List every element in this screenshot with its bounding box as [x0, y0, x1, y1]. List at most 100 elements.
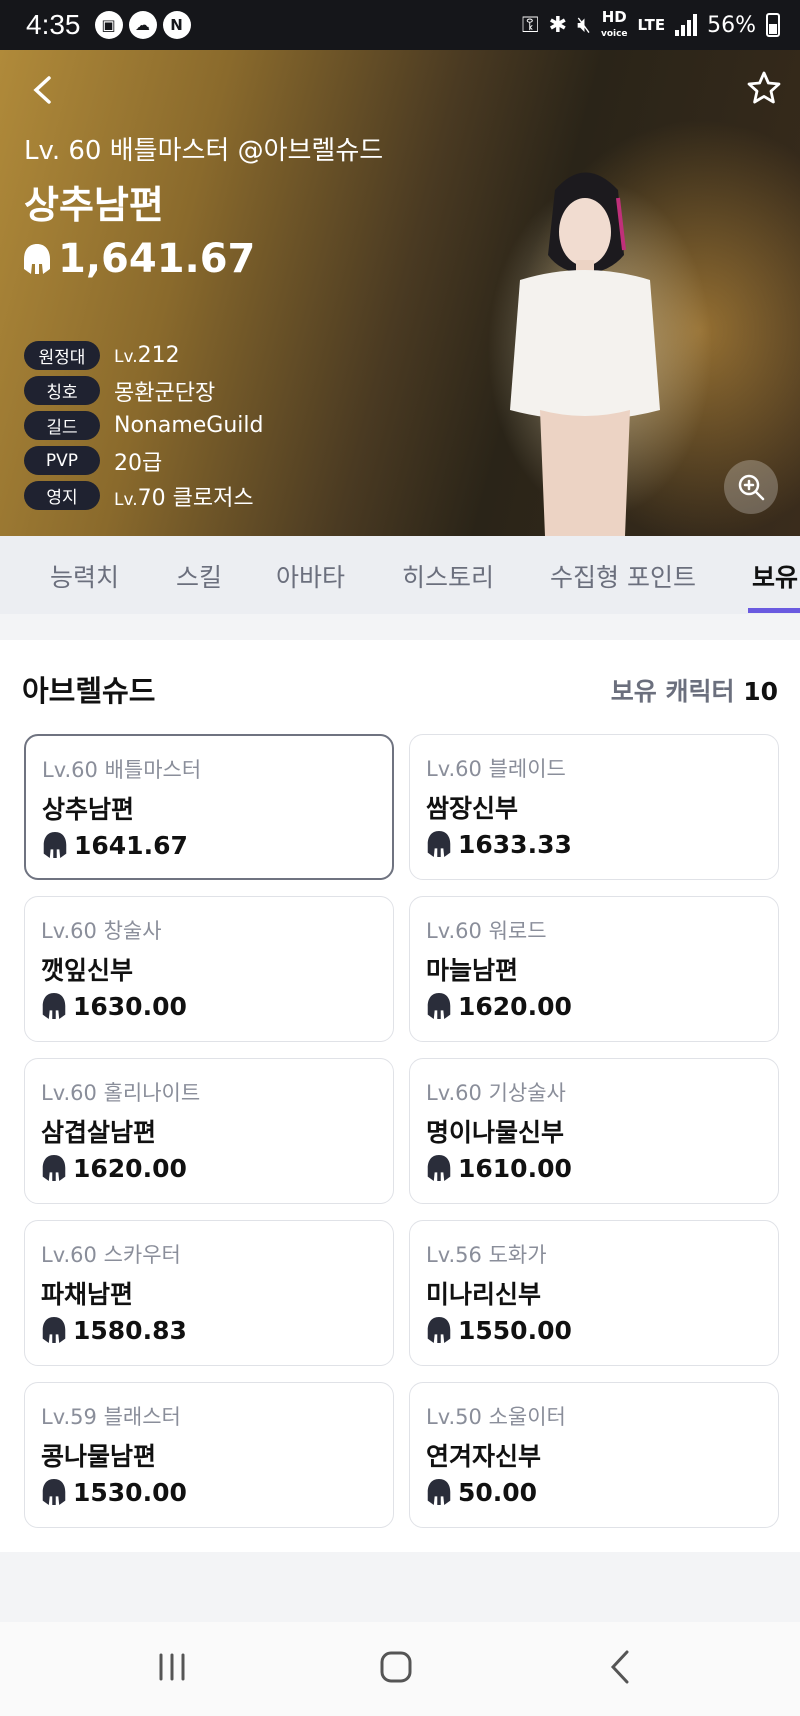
helmet-icon [42, 1155, 66, 1181]
character-class: Lv.50 소울이터 [426, 1405, 566, 1429]
character-card[interactable]: Lv.59 블래스터 콩나물남편 1530.00 [24, 1382, 394, 1528]
tab-history[interactable]: 히스토리 [402, 558, 494, 594]
zoom-button[interactable] [724, 460, 778, 514]
info-value: 20급 [114, 450, 163, 476]
owned-characters-count: 보유 캐릭터 10 [610, 677, 778, 706]
server-name: 아브렐슈드 [22, 674, 156, 708]
character-class: Lv.60 창술사 [41, 919, 162, 943]
character-card[interactable]: Lv.60 홀리나이트삼겹살남편 1620.00 [24, 1058, 394, 1204]
zoom-in-icon [738, 474, 765, 501]
info-label: 칭호 [24, 376, 100, 405]
character-item-level: 1530.00 [41, 1477, 187, 1507]
info-row-estate: 영지 Lv.70 클로저스 [24, 478, 264, 513]
mute-icon: 🔇︎ [577, 12, 591, 38]
battery-icon [766, 13, 780, 37]
home-icon [380, 1651, 412, 1683]
info-label: PVP [24, 446, 100, 475]
character-card[interactable]: Lv.60 워로드 마늘남편 1620.00 [409, 896, 779, 1042]
helmet-icon [43, 832, 67, 858]
character-item-level: 1610.00 [426, 1153, 572, 1183]
favorite-button[interactable] [744, 68, 784, 108]
status-bar: 4:35 ▣ ☁ N ⚿ ✱ 🔇︎ HD voice LTE 56% [0, 0, 800, 50]
info-label: 원정대 [24, 341, 100, 370]
character-card[interactable]: Lv.56 도화가미나리신부 1550.00 [409, 1220, 779, 1366]
helmet-icon [427, 831, 451, 857]
app-screen: 4:35 ▣ ☁ N ⚿ ✱ 🔇︎ HD voice LTE 56% Lv. 6… [0, 0, 800, 1716]
info-row-expedition: 원정대 Lv.212 [24, 338, 264, 373]
info-value: Lv.70 클로저스 [114, 485, 254, 511]
character-subtitle: Lv. 60 배틀마스터 @아브렐슈드 [24, 136, 384, 166]
character-class: Lv.56 도화가 [426, 1243, 547, 1267]
character-card[interactable]: Lv.60 기상술사 명이나물신부 1610.00 [409, 1058, 779, 1204]
status-time: 4:35 [26, 9, 81, 40]
character-info-list: 원정대 Lv.212 칭호 몽환군단장 길드 NonameGuild PVP 2… [24, 338, 264, 513]
item-level-value: 1641.67 [74, 830, 188, 860]
lte-indicator: LTE [637, 16, 666, 34]
key-icon: ⚿ [521, 12, 539, 38]
tab-owned[interactable]: 보유 [752, 558, 798, 594]
character-card[interactable]: Lv.60 배틀마스터상추남편 1641.67 [24, 734, 394, 880]
recents-icon [159, 1653, 185, 1681]
character-name: 쌈장신부 [426, 794, 519, 823]
active-tab-indicator [748, 608, 800, 613]
character-name: 콩나물남편 [41, 1442, 157, 1471]
tab-avatar[interactable]: 아바타 [276, 558, 345, 594]
character-name: 상추남편 [42, 795, 135, 824]
roster-section: 아브렐슈드 보유 캐릭터 10 Lv.60 배틀마스터 상추남편 1641.67 Lv… [0, 640, 800, 1552]
character-class: Lv.60 워로드 [426, 919, 547, 943]
tab-bar: 능력치 스킬 아바타 히스토리 수집형 포인트 보유 [0, 536, 800, 614]
back-button[interactable] [22, 70, 62, 110]
character-name: 미나리신부 [426, 1280, 542, 1309]
character-card[interactable]: Lv.60 스카우터 파채남편 1580.83 [24, 1220, 394, 1366]
character-item-level: 1641.67 [42, 830, 188, 860]
recent-apps-button[interactable] [142, 1642, 202, 1692]
item-level-value: 1630.00 [73, 991, 187, 1021]
hd-voice-indicator: HD voice [600, 7, 628, 39]
item-level: 1,641.67 [22, 236, 255, 282]
info-label: 길드 [24, 411, 100, 440]
info-row-title: 칭호 몽환군단장 [24, 373, 264, 408]
character-name: 마늘남편 [426, 956, 519, 985]
character-class: Lv.60 기상술사 [426, 1081, 566, 1105]
character-card[interactable]: Lv.60 창술사 깻잎신부 1630.00 [24, 896, 394, 1042]
item-level-value: 50.00 [458, 1477, 538, 1507]
character-item-level: 50.00 [426, 1477, 537, 1507]
character-item-level: 1580.83 [41, 1315, 187, 1345]
helmet-icon [42, 1317, 66, 1343]
character-class: Lv.60 홀리나이트 [41, 1081, 201, 1105]
item-level-value: 1620.00 [73, 1153, 187, 1183]
character-name: 삼겹살남편 [41, 1118, 157, 1147]
helmet-icon [24, 244, 50, 274]
notification-icons: ▣ ☁ N [94, 11, 191, 39]
home-button[interactable] [366, 1642, 426, 1692]
character-item-level: 1633.33 [426, 829, 572, 859]
helmet-icon [427, 1317, 451, 1343]
info-label: 영지 [24, 481, 100, 510]
info-value: NonameGuild [114, 413, 264, 438]
chevron-left-icon [33, 76, 51, 104]
tab-stats[interactable]: 능력치 [50, 558, 119, 594]
character-class: Lv.60 스카우터 [41, 1243, 181, 1267]
item-level-value: 1610.00 [458, 1153, 572, 1183]
cloud-icon: ☁ [128, 11, 157, 39]
item-level-value: 1,641.67 [58, 236, 256, 282]
star-icon [747, 71, 781, 104]
item-level-value: 1530.00 [73, 1477, 187, 1507]
system-nav-bar [0, 1622, 800, 1716]
character-item-level: 1550.00 [426, 1315, 572, 1345]
character-name: 상추남편 [24, 183, 164, 227]
bluetooth-icon: ✱ [548, 12, 568, 38]
info-value: 몽환군단장 [114, 380, 216, 406]
item-level-value: 1580.83 [73, 1315, 187, 1345]
character-class: Lv.60 배틀마스터 [42, 758, 202, 782]
character-card[interactable]: Lv.50 소울이터 연겨자신부 50.00 [409, 1382, 779, 1528]
tab-skills[interactable]: 스킬 [176, 558, 222, 594]
info-row-guild: 길드 NonameGuild [24, 408, 264, 443]
tab-collectibles[interactable]: 수집형 포인트 [550, 558, 696, 594]
naver-icon: N [162, 11, 191, 39]
helmet-icon [427, 1155, 451, 1181]
battery-percent: 56% [707, 12, 756, 38]
twitch-icon: ▣ [94, 11, 123, 39]
back-nav-button[interactable] [590, 1642, 650, 1692]
character-card[interactable]: Lv.60 블레이드 쌈장신부 1633.33 [409, 734, 779, 880]
